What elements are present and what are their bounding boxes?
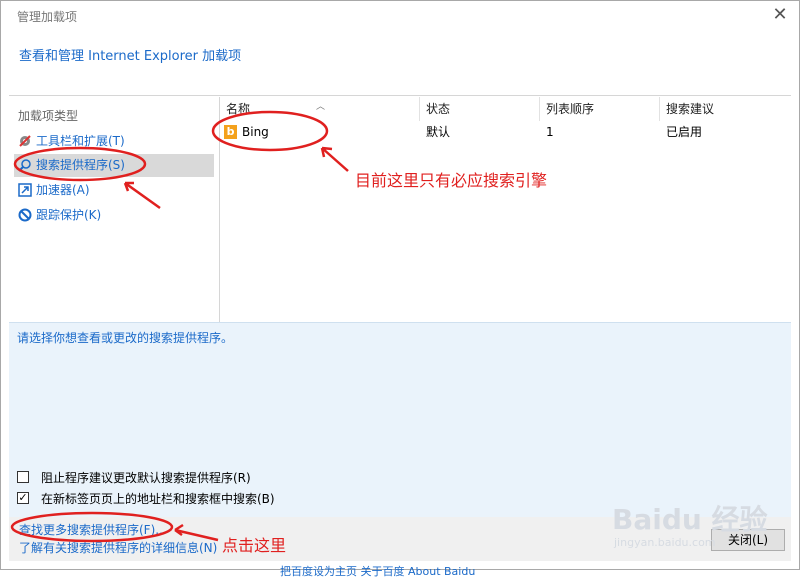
watermark-logo: Baidu 经验 — [612, 503, 768, 536]
provider-order: 1 — [546, 125, 554, 139]
background-page-links: 把百度设为主页 关于百度 About Baidu — [280, 565, 476, 578]
column-header-name[interactable]: 名称 ︿ — [220, 97, 420, 121]
checkbox-label: 在新标签页页上的地址栏和搜索框中搜索(B) — [41, 492, 275, 506]
annotation-click-here: 点击这里 — [222, 536, 287, 555]
provider-status: 默认 — [426, 125, 451, 139]
sidebar-item-tracking-protection[interactable]: 跟踪保护(K) — [14, 204, 214, 227]
detail-panel: 请选择你想查看或更改的搜索提供程序。 阻止程序建议更改默认搜索提供程序(R) ✓… — [9, 322, 791, 517]
header-divider — [9, 95, 791, 96]
annotation-only-bing: 目前这里只有必应搜索引擎 — [355, 171, 548, 190]
titlebar: 管理加载项 ✕ — [1, 1, 799, 31]
manage-addons-window: 管理加载项 ✕ 查看和管理 Internet Explorer 加载项 加载项类… — [0, 0, 800, 570]
sidebar-item-label: 加速器(A) — [36, 183, 90, 197]
addon-types-heading: 加载项类型 — [18, 109, 79, 123]
sidebar-item-label: 工具栏和扩展(T) — [36, 134, 125, 148]
bing-icon: b — [224, 125, 237, 139]
watermark-url: jingyan.baidu.com — [614, 536, 716, 549]
accelerator-icon — [18, 183, 32, 197]
checkbox-unchecked[interactable] — [17, 471, 29, 483]
close-icon[interactable]: ✕ — [767, 4, 793, 28]
sidebar-item-label: 搜索提供程序(S) — [36, 158, 125, 172]
sidebar-item-label: 跟踪保护(K) — [36, 208, 102, 222]
gear-icon — [19, 135, 31, 147]
provider-name: Bing — [242, 125, 269, 139]
sidebar-item-toolbars[interactable]: 工具栏和扩展(T) — [14, 130, 214, 153]
header-link[interactable]: 查看和管理 Internet Explorer 加载项 — [19, 45, 241, 64]
column-header-suggestions[interactable]: 搜索建议 — [660, 97, 791, 121]
find-more-providers-link[interactable]: 查找更多搜索提供程序(F)... — [19, 521, 167, 538]
learn-more-link[interactable]: 了解有关搜索提供程序的详细信息(N) — [19, 539, 217, 556]
search-icon — [18, 159, 31, 172]
sidebar-item-search-providers[interactable]: 搜索提供程序(S) — [14, 154, 214, 177]
sidebar-item-accelerators[interactable]: 加速器(A) — [14, 179, 214, 202]
addon-types-panel: 加载项类型 工具栏和扩展(T) 搜索提供程序(S) 加速器(A) 跟踪保护(K) — [9, 97, 220, 322]
provider-list: 名称 ︿ 状态 列表顺序 搜索建议 b Bing 默认 1 已启用 — [220, 97, 791, 322]
detail-hint: 请选择你想查看或更改的搜索提供程序。 — [17, 331, 234, 345]
provider-suggestions: 已启用 — [666, 125, 703, 139]
checkbox-label: 阻止程序建议更改默认搜索提供程序(R) — [41, 471, 251, 485]
window-title: 管理加载项 — [17, 10, 78, 24]
column-header-order[interactable]: 列表顺序 — [540, 97, 660, 121]
table-row[interactable]: b Bing 默认 1 已启用 — [220, 121, 791, 143]
column-header-status[interactable]: 状态 — [420, 97, 540, 121]
sort-ascending-icon: ︿ — [316, 102, 326, 112]
checkbox-checked[interactable]: ✓ — [17, 492, 29, 504]
block-icon — [18, 208, 32, 222]
